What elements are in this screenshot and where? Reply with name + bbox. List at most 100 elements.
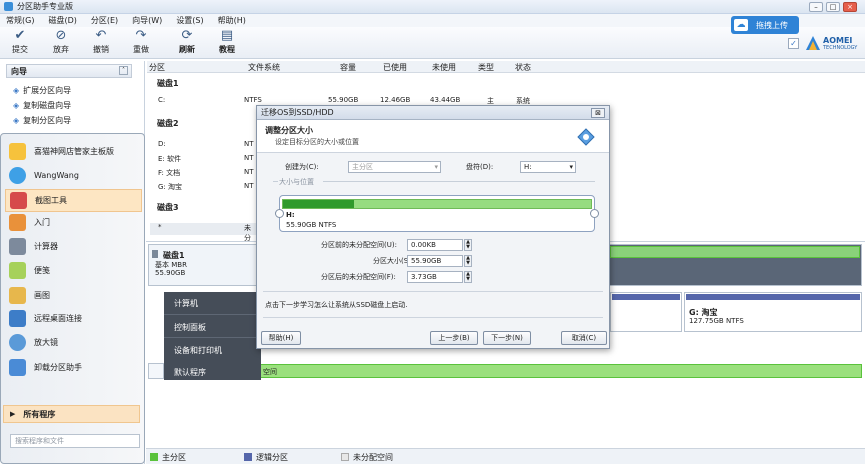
undo-button[interactable]: ↶ 撤销: [86, 28, 116, 55]
disk1-map-bar: [610, 246, 860, 258]
maximize-button[interactable]: □: [826, 2, 840, 12]
check-icon: ✔: [14, 28, 26, 43]
commit-button[interactable]: ✔ 提交: [5, 28, 35, 55]
menu-settings[interactable]: 设置(S): [176, 15, 203, 26]
refresh-icon: ⟳: [181, 28, 193, 43]
aomei-logo-icon: [806, 36, 820, 50]
col-partition[interactable]: 分区: [149, 62, 165, 73]
collapse-icon[interactable]: ˄: [119, 66, 128, 75]
table-row[interactable]: E: 软件 NT: [150, 154, 256, 166]
unallocated-before-stepper[interactable]: ▲ ▼: [464, 239, 472, 251]
menu-partition[interactable]: 分区(E): [91, 15, 118, 26]
divider: [263, 317, 603, 318]
all-programs[interactable]: ▶ 所有程序: [3, 405, 140, 423]
startmenu-item-wangwang[interactable]: WangWang: [5, 164, 142, 187]
divider: [273, 181, 278, 182]
unallocated-before-input[interactable]: 0.00KB: [407, 239, 463, 251]
disk3-unallocated-map[interactable]: 空间: [260, 364, 862, 378]
slider-left-handle[interactable]: [275, 209, 284, 218]
startmenu-item-magnifier[interactable]: 放大镜: [5, 331, 142, 354]
col-capacity[interactable]: 容量: [340, 62, 356, 73]
logical-bar: [686, 294, 860, 300]
copy-partition-icon: ◈: [13, 116, 20, 125]
partition-f-map[interactable]: [610, 292, 682, 332]
cancel-button[interactable]: 取消(C): [561, 331, 607, 345]
submenu-default-programs[interactable]: 默认程序: [174, 367, 206, 378]
submenu-computer[interactable]: 计算机: [174, 298, 198, 309]
divider: [263, 291, 603, 292]
submenu-devices-printers[interactable]: 设备和打印机: [174, 345, 222, 356]
create-as-select[interactable]: 主分区 ▾: [348, 161, 441, 173]
partition-size-slider[interactable]: H: 55.90GB NTFS: [275, 195, 599, 232]
menu-disk[interactable]: 磁盘(D): [48, 15, 76, 26]
dialog-close-button[interactable]: ⊠: [591, 108, 605, 118]
startmenu-item-uninstall-partition-assistant[interactable]: 卸载分区助手: [5, 356, 142, 379]
dialog-header: 调整分区大小 设定目标分区的大小或位置: [257, 120, 609, 153]
minimize-button[interactable]: –: [809, 2, 823, 12]
col-status[interactable]: 状态: [515, 62, 531, 73]
startmenu-item-snipping-tool[interactable]: 截图工具: [5, 189, 142, 212]
col-used[interactable]: 已使用: [383, 62, 407, 73]
help-button[interactable]: 帮助(H): [261, 331, 301, 345]
discard-icon: ⊘: [55, 28, 67, 43]
start-search-input[interactable]: 搜索程序和文件: [10, 434, 140, 448]
menu-help[interactable]: 帮助(H): [218, 15, 246, 26]
wizard-header: 向导 ˄: [6, 64, 132, 78]
redo-button[interactable]: ↷ 重做: [126, 28, 156, 55]
table-row[interactable]: D: NT: [150, 140, 256, 152]
extend-icon: ◈: [13, 86, 20, 95]
startmenu-item-sticky-notes[interactable]: 便笺: [5, 259, 142, 282]
undo-icon: ↶: [95, 28, 107, 43]
disk1-map-info[interactable]: 磁盘1 基本 MBR 55.90GB: [148, 244, 260, 286]
unallocated-after-stepper[interactable]: ▲ ▼: [464, 271, 472, 283]
col-filesystem[interactable]: 文件系统: [248, 62, 280, 73]
unallocated-after-input[interactable]: 3.73GB: [407, 271, 463, 283]
legend-logical: 逻辑分区: [244, 452, 288, 463]
partition-used-fill: [283, 200, 354, 208]
next-button[interactable]: 下一步(N): [483, 331, 531, 345]
wizard-copy-partition[interactable]: ◈ 复制分区向导: [13, 115, 71, 126]
disk3-map-info[interactable]: [148, 363, 164, 379]
partition-size-input[interactable]: 55.90GB: [407, 255, 463, 267]
legend-primary: 主分区: [150, 452, 186, 463]
wizard-copy-disk[interactable]: ◈ 复制磁盘向导: [13, 100, 71, 111]
cloud-upload-icon: ☁: [734, 19, 748, 31]
wizard-extend-partition[interactable]: ◈ 扩展分区向导: [13, 85, 71, 96]
close-button[interactable]: ×: [843, 2, 857, 12]
back-button[interactable]: 上一步(B): [430, 331, 478, 345]
getting-started-icon: [9, 214, 26, 231]
discard-button[interactable]: ⊘ 放弃: [46, 28, 76, 55]
refresh-button[interactable]: ⟳ 刷新: [172, 28, 202, 55]
partition-g-map[interactable]: G: 淘宝 127.75GB NTFS: [684, 292, 862, 332]
upload-button[interactable]: ☁ 拖拽上传: [731, 16, 799, 34]
start-submenu: 计算机 控制面板 设备和打印机 默认程序: [164, 292, 261, 380]
table-row[interactable]: F: 文档 NT: [150, 168, 256, 180]
partition-size-stepper[interactable]: ▲ ▼: [464, 255, 472, 267]
checkbox-icon[interactable]: ✓: [788, 38, 799, 49]
partition-size-bar: [282, 199, 592, 209]
drive-letter-select[interactable]: H: ▾: [520, 161, 576, 173]
startmenu-item-shop-manager[interactable]: 喜猫神网店管家主板版: [5, 140, 142, 163]
col-type[interactable]: 类型: [478, 62, 494, 73]
divider: [323, 181, 595, 182]
submenu-control-panel[interactable]: 控制面板: [174, 322, 206, 333]
menu-general[interactable]: 常规(G): [6, 15, 34, 26]
table-row[interactable]: * 未分: [150, 223, 256, 242]
startmenu-item-getting-started[interactable]: 入门: [5, 211, 142, 234]
chevron-down-icon: ▾: [569, 163, 573, 171]
slider-right-handle[interactable]: [590, 209, 599, 218]
divider: [164, 337, 261, 338]
paint-icon: [9, 287, 26, 304]
table-row[interactable]: G: 淘宝 NT: [150, 182, 256, 194]
startmenu-item-calculator[interactable]: 计算器: [5, 235, 142, 258]
partition-grid-header: 分区 文件系统 容量 已使用 未使用 类型 状态: [147, 61, 865, 73]
col-unused[interactable]: 未使用: [432, 62, 456, 73]
resize-partition-icon: [577, 128, 595, 146]
menu-wizard[interactable]: 向导(W): [132, 15, 162, 26]
startmenu-item-remote-desktop[interactable]: 远程桌面连接: [5, 307, 142, 330]
app-title: 分区助手专业版: [17, 2, 73, 11]
disk3-header: 磁盘3: [157, 203, 179, 212]
wangwang-icon: [9, 167, 26, 184]
tutorial-button[interactable]: ▤ 教程: [212, 28, 242, 55]
startmenu-item-paint[interactable]: 画图: [5, 284, 142, 307]
